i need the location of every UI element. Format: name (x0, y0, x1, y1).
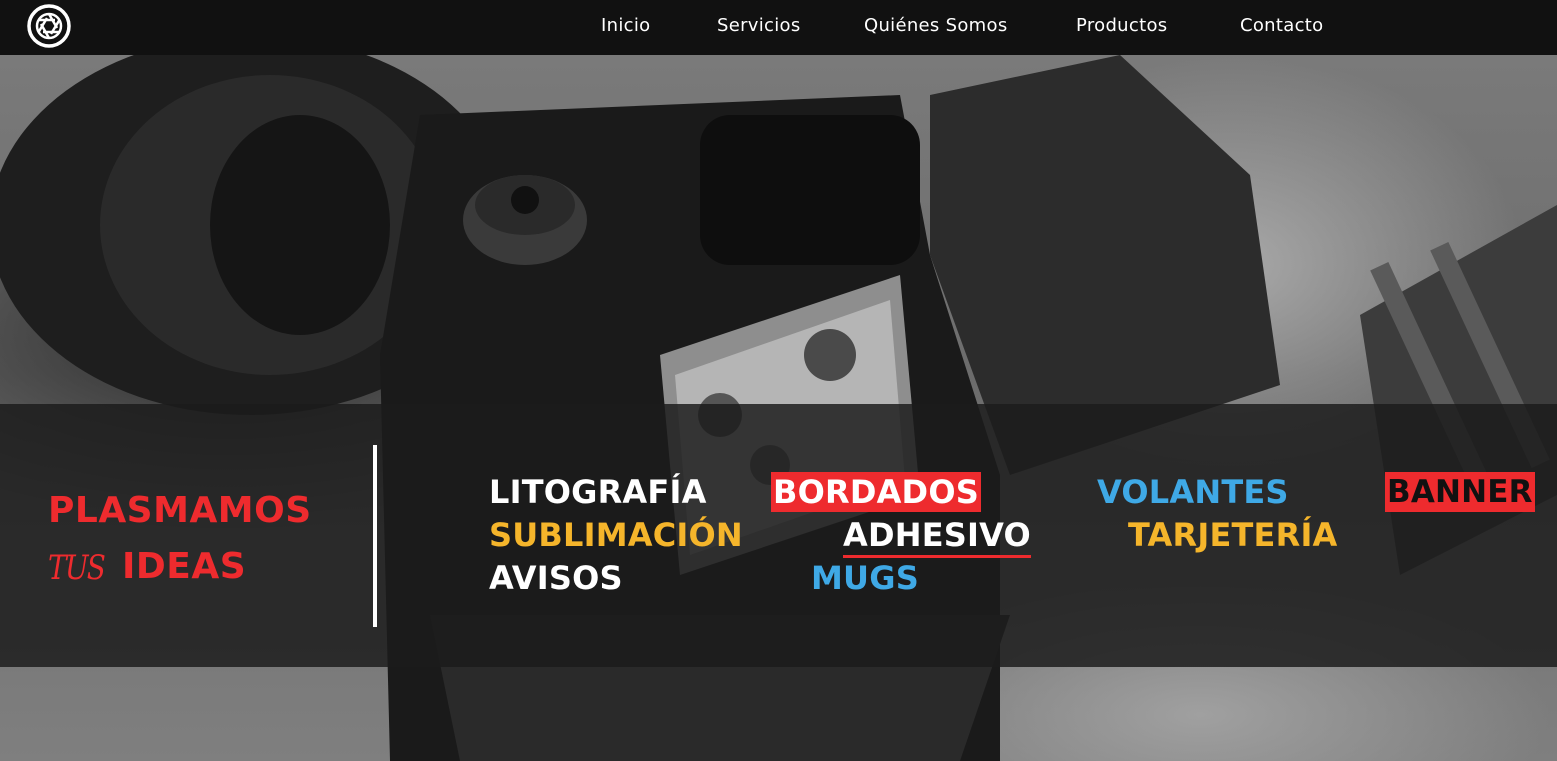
service-avisos[interactable]: AVISOS (489, 558, 623, 598)
service-adhesivo[interactable]: ADHESIVO (843, 515, 1031, 558)
camera-aperture-icon[interactable] (26, 3, 72, 49)
service-bordados[interactable]: BORDADOS (771, 472, 981, 512)
service-banner[interactable]: BANNER (1385, 472, 1535, 512)
nav-servicios[interactable]: Servicios (717, 15, 801, 36)
tagline-line1: PLASMAMOS (48, 490, 312, 531)
vertical-divider (373, 445, 377, 627)
service-volantes[interactable]: VOLANTES (1097, 472, 1289, 512)
nav-contacto[interactable]: Contacto (1240, 15, 1323, 36)
tagline-script-word: TUS (48, 548, 106, 588)
top-navigation-bar: Inicio Servicios Quiénes Somos Productos… (0, 0, 1557, 55)
tagline-bold-word: IDEAS (122, 546, 247, 587)
services-band: PLASMAMOS TUS IDEAS LITOGRAFÍA BORDADOS … (0, 404, 1557, 667)
nav-productos[interactable]: Productos (1076, 15, 1167, 36)
service-mugs[interactable]: MUGS (811, 558, 919, 598)
nav-inicio[interactable]: Inicio (601, 15, 650, 36)
nav-quienes-somos[interactable]: Quiénes Somos (864, 15, 1008, 36)
service-tarjeteria[interactable]: TARJETERÍA (1128, 515, 1338, 555)
service-litografia[interactable]: LITOGRAFÍA (489, 472, 707, 512)
service-sublimacion[interactable]: SUBLIMACIÓN (489, 515, 743, 555)
